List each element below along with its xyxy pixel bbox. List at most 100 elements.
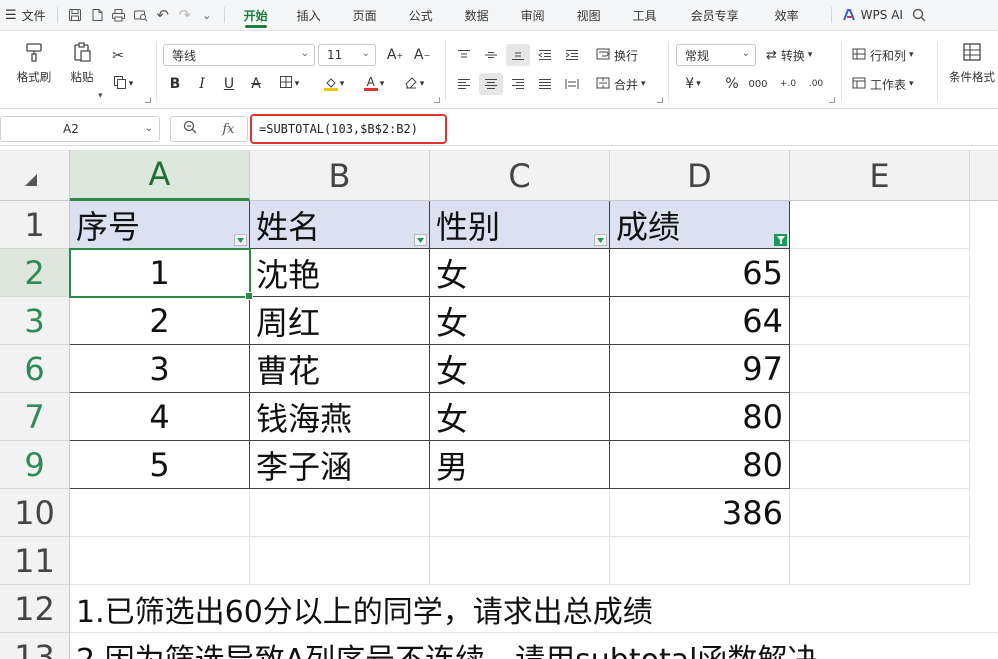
- cell-gender[interactable]: 女: [430, 297, 610, 345]
- filter-dropdown-icon[interactable]: [234, 234, 247, 246]
- font-name-select[interactable]: 等线 ⌄: [163, 44, 315, 66]
- table-header-cell[interactable]: 序号: [70, 201, 250, 249]
- cell-gender[interactable]: 男: [430, 441, 610, 489]
- row-header[interactable]: 2: [0, 249, 70, 297]
- cell[interactable]: [250, 489, 430, 537]
- cut-icon[interactable]: ✂: [106, 45, 130, 67]
- cell[interactable]: [70, 537, 250, 585]
- cell[interactable]: [790, 249, 970, 297]
- cell[interactable]: [430, 489, 610, 537]
- fx-icon[interactable]: fx: [222, 122, 234, 137]
- save-icon[interactable]: [64, 4, 86, 26]
- column-header-b[interactable]: B: [250, 150, 430, 201]
- cell[interactable]: [70, 489, 250, 537]
- table-header-cell[interactable]: 性别: [430, 201, 610, 249]
- align-top-icon[interactable]: [452, 44, 476, 66]
- paste-button[interactable]: 粘贴: [58, 41, 106, 85]
- increase-decimal-icon[interactable]: +.0: [776, 73, 800, 95]
- instruction-note-1[interactable]: 1.已筛选出60分以上的同学，请求出总成绩: [70, 585, 990, 633]
- cell-gender[interactable]: 女: [430, 393, 610, 441]
- align-center-icon[interactable]: [479, 73, 503, 95]
- number-format-select[interactable]: 常规 ⌄: [676, 44, 756, 66]
- row-header[interactable]: 7: [0, 393, 70, 441]
- copy-button[interactable]: ▾: [106, 73, 140, 95]
- cell-gender[interactable]: 女: [430, 249, 610, 297]
- cell[interactable]: [430, 537, 610, 585]
- cell-name[interactable]: 李子涵: [250, 441, 430, 489]
- tab-insert[interactable]: 插入: [281, 0, 337, 31]
- borders-button[interactable]: ▾: [273, 73, 305, 95]
- cell-name[interactable]: 曹花: [250, 345, 430, 393]
- tab-formula[interactable]: 公式: [393, 0, 449, 31]
- tab-efficiency[interactable]: 效率: [757, 0, 817, 31]
- convert-button[interactable]: ⇄ 转换 ▾: [766, 44, 812, 66]
- cell-score[interactable]: 80: [610, 393, 790, 441]
- cell-seq[interactable]: 1: [70, 249, 250, 297]
- cell-name[interactable]: 周红: [250, 297, 430, 345]
- worksheet-button[interactable]: 工作表 ▾: [852, 73, 914, 95]
- row-header[interactable]: 11: [0, 537, 70, 585]
- table-header-cell[interactable]: 姓名: [250, 201, 430, 249]
- tab-review[interactable]: 审阅: [505, 0, 561, 31]
- instruction-note-2[interactable]: 2.因为筛选导致A列序号不连续，请用subtotal函数解决: [70, 633, 990, 659]
- filter-active-icon[interactable]: [774, 234, 787, 246]
- cell[interactable]: [790, 441, 970, 489]
- currency-button[interactable]: ¥ ▾: [678, 73, 708, 95]
- column-header-a[interactable]: A: [70, 150, 250, 201]
- underline-icon[interactable]: U: [217, 73, 241, 95]
- redo-icon[interactable]: ↷: [174, 4, 196, 26]
- cell[interactable]: [790, 537, 970, 585]
- cell[interactable]: [250, 537, 430, 585]
- row-col-button[interactable]: 行和列 ▾: [852, 44, 914, 66]
- dialog-launcher-icon[interactable]: [657, 97, 663, 103]
- fill-color-button[interactable]: ▾: [318, 73, 350, 95]
- column-header-c[interactable]: C: [430, 150, 610, 201]
- justify-icon[interactable]: [533, 73, 557, 95]
- align-right-icon[interactable]: [506, 73, 530, 95]
- column-header-d[interactable]: D: [610, 150, 790, 201]
- row-header[interactable]: 10: [0, 489, 70, 537]
- cell-score[interactable]: 80: [610, 441, 790, 489]
- dialog-launcher-icon[interactable]: [434, 97, 440, 103]
- row-header[interactable]: 13: [0, 633, 70, 659]
- align-left-icon[interactable]: [452, 73, 476, 95]
- wrap-text-button[interactable]: 换行: [596, 44, 638, 66]
- row-header[interactable]: 1: [0, 201, 70, 249]
- cell-seq[interactable]: 2: [70, 297, 250, 345]
- tab-data[interactable]: 数据: [449, 0, 505, 31]
- row-header[interactable]: 3: [0, 297, 70, 345]
- dialog-launcher-icon[interactable]: [145, 97, 151, 103]
- cell[interactable]: [790, 393, 970, 441]
- tab-member[interactable]: 会员专享: [673, 0, 757, 31]
- merge-button[interactable]: 合并 ▾: [596, 73, 646, 95]
- wps-ai-button[interactable]: WPS AI: [838, 0, 908, 31]
- table-header-cell[interactable]: 成绩: [610, 201, 790, 249]
- align-middle-icon[interactable]: [479, 44, 503, 66]
- cell-total[interactable]: 386: [610, 489, 790, 537]
- cell-score[interactable]: 97: [610, 345, 790, 393]
- thousands-icon[interactable]: 000: [746, 73, 770, 95]
- cell-name[interactable]: 钱海燕: [250, 393, 430, 441]
- bold-icon[interactable]: B: [163, 73, 187, 95]
- filter-dropdown-icon[interactable]: [594, 234, 607, 246]
- row-header[interactable]: 9: [0, 441, 70, 489]
- cell-score[interactable]: 65: [610, 249, 790, 297]
- select-all-button[interactable]: [0, 150, 70, 201]
- decrease-decimal-icon[interactable]: .00: [804, 73, 828, 95]
- cell[interactable]: [790, 489, 970, 537]
- export-pdf-icon[interactable]: [86, 4, 108, 26]
- font-color-button[interactable]: A ▾: [358, 73, 390, 95]
- italic-icon[interactable]: I: [190, 73, 214, 95]
- increase-font-icon[interactable]: A +: [383, 44, 407, 66]
- align-bottom-icon[interactable]: [506, 44, 530, 66]
- tab-view[interactable]: 视图: [561, 0, 617, 31]
- row-header[interactable]: 6: [0, 345, 70, 393]
- zoom-icon[interactable]: [183, 120, 197, 138]
- cell-gender[interactable]: 女: [430, 345, 610, 393]
- filter-dropdown-icon[interactable]: [414, 234, 427, 246]
- column-header-e[interactable]: E: [790, 150, 970, 201]
- row-header[interactable]: 12: [0, 585, 70, 633]
- indent-decrease-icon[interactable]: [533, 44, 557, 66]
- formula-input[interactable]: =SUBTOTAL(103,$B$2:B2): [250, 114, 447, 144]
- cell-seq[interactable]: 5: [70, 441, 250, 489]
